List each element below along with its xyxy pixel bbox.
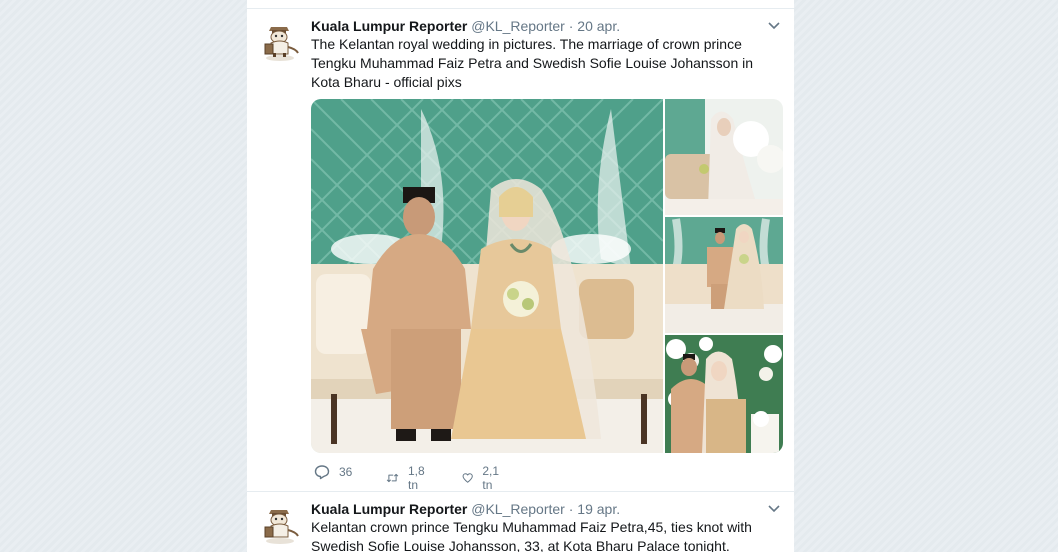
avatar[interactable] [257, 500, 303, 546]
like-count: 2,1 tn [482, 464, 500, 492]
wedding-photo-thumb-1[interactable] [665, 99, 783, 215]
author-handle[interactable]: @KL_Reporter [471, 18, 565, 34]
avatar[interactable] [257, 17, 303, 63]
reply-count: 36 [339, 465, 353, 479]
wedding-photo-main[interactable] [311, 99, 664, 453]
like-button[interactable]: 2,1 tn [462, 464, 504, 492]
retweet-button[interactable]: 1,8 tn [386, 464, 430, 492]
reply-button[interactable]: 36 [314, 464, 352, 480]
wedding-photo-thumb-2[interactable] [665, 217, 783, 333]
tweet-header: Kuala Lumpur Reporter @KL_Reporter · 19 … [311, 500, 782, 518]
tweet-text: Kelantan crown prince Tengku Muhammad Fa… [311, 519, 752, 552]
heart-icon [462, 473, 473, 483]
separator: · [568, 18, 574, 34]
tweet-header: Kuala Lumpur Reporter @KL_Reporter · 20 … [311, 17, 782, 35]
author-name[interactable]: Kuala Lumpur Reporter [311, 501, 467, 517]
wedding-photo-thumb-3[interactable] [665, 335, 783, 453]
photo-grid [311, 99, 783, 453]
author-handle[interactable]: @KL_Reporter [471, 501, 565, 517]
retweet-count: 1,8 tn [408, 464, 425, 492]
retweet-icon [386, 473, 399, 483]
separator: · [568, 501, 574, 517]
page-background-right [794, 0, 1058, 552]
tweet[interactable]: Kuala Lumpur Reporter @KL_Reporter · 20 … [247, 9, 794, 492]
tweet-date[interactable]: 20 apr. [577, 18, 620, 34]
cartoon-reporter-avatar-icon [264, 27, 299, 61]
author-name[interactable]: Kuala Lumpur Reporter [311, 18, 467, 34]
chevron-down-icon[interactable] [766, 500, 782, 516]
cartoon-reporter-avatar-icon [264, 510, 299, 544]
tweet[interactable]: Kuala Lumpur Reporter @KL_Reporter · 19 … [247, 491, 794, 552]
tweet-date[interactable]: 19 apr. [577, 501, 620, 517]
timeline: Kuala Lumpur Reporter @KL_Reporter · 20 … [247, 0, 794, 552]
chevron-down-icon[interactable] [766, 17, 782, 33]
tweet-text: The Kelantan royal wedding in pictures. … [311, 36, 754, 90]
reply-icon [314, 465, 330, 480]
page-background-left [0, 0, 247, 552]
